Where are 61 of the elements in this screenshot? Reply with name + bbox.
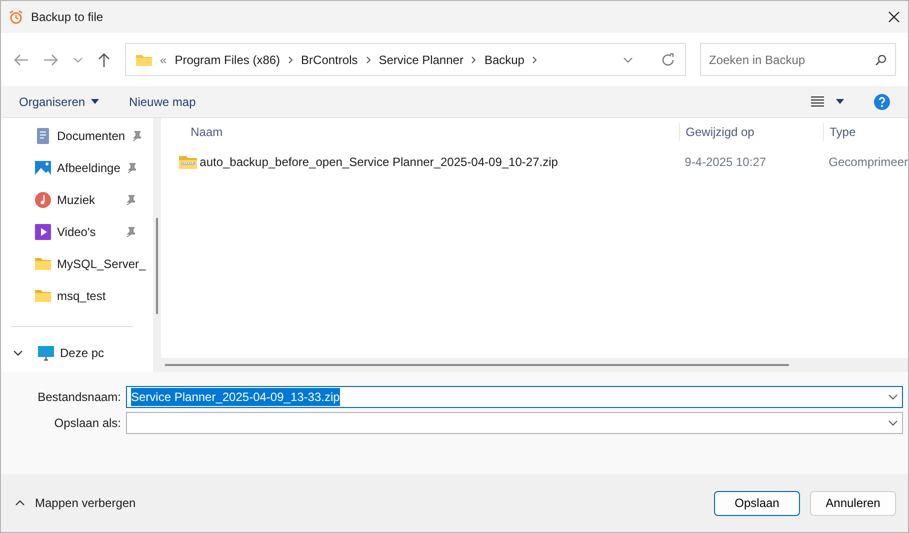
zip-folder-icon — [178, 155, 197, 169]
column-header[interactable]: Naam — [190, 125, 223, 139]
monitor-icon — [38, 345, 54, 361]
chevron-right-icon — [532, 56, 538, 64]
folder-icon — [136, 53, 152, 66]
breadcrumb-item[interactable]: Backup — [484, 50, 524, 68]
field-label: Bestandsnaam: — [36, 389, 122, 406]
file-type: Gecomprimeer — [828, 155, 908, 169]
chevron-right-icon — [366, 56, 371, 64]
dropdown-chevron-icon[interactable] — [623, 56, 633, 62]
video-icon — [35, 224, 51, 240]
sidebar-item[interactable]: Afbeeldinge — [57, 159, 120, 177]
overflow-chevron[interactable]: « — [160, 50, 167, 68]
alarm-clock-icon — [9, 10, 23, 24]
sidebar-item[interactable]: Video's — [57, 223, 119, 241]
search-icon[interactable] — [875, 54, 887, 66]
hide-folders-toggle[interactable]: Mappen verbergen — [35, 494, 136, 512]
address-bar[interactable]: « Program Files (x86) BrControls Service Planner Backup — [125, 43, 686, 76]
breadcrumb-item[interactable]: BrControls — [301, 50, 358, 68]
caret-icon — [91, 99, 100, 104]
new-folder-button[interactable]: Nieuwe map — [129, 92, 196, 110]
recent-chevron-icon[interactable] — [73, 56, 83, 62]
document-icon — [35, 128, 51, 144]
scrollbar-thumb[interactable] — [164, 364, 789, 366]
field-label: Opslaan als: — [53, 415, 122, 432]
filename-field[interactable]: Service Planner_2025-04-09_13-33.zip — [126, 386, 903, 408]
breadcrumb-item[interactable]: Program Files (x86) — [174, 50, 280, 68]
search-field[interactable]: Zoeken in Backup — [700, 43, 896, 76]
refresh-icon[interactable] — [661, 52, 675, 66]
back-arrow-icon[interactable] — [13, 52, 29, 66]
sidebar-item[interactable]: Documenten — [57, 127, 126, 145]
window-title: Backup to file — [31, 9, 104, 26]
column-header[interactable]: Gewijzigd op — [686, 125, 754, 139]
close-icon[interactable] — [888, 11, 900, 23]
sidebar-item[interactable]: msq_test — [57, 287, 135, 305]
breadcrumb-item[interactable]: Service Planner — [378, 50, 464, 68]
file-name[interactable]: auto_backup_before_open_Service Planner_2025-04-09_10-27.zip — [200, 153, 558, 171]
chevron-down-icon[interactable] — [13, 348, 23, 358]
caret-icon[interactable] — [836, 99, 844, 104]
scrollbar-thumb[interactable] — [156, 218, 158, 314]
music-note-icon — [35, 192, 51, 208]
file-date: 9-4-2025 10:27 — [684, 155, 766, 169]
chevron-right-icon — [288, 56, 294, 64]
chevron-right-icon — [471, 56, 476, 64]
organize-menu[interactable]: Organiseren — [19, 92, 86, 110]
save-button[interactable]: Opslaan — [714, 490, 800, 516]
list-view-icon[interactable] — [811, 96, 824, 107]
chevron-down-icon[interactable] — [888, 420, 898, 426]
column-header[interactable]: Type — [830, 125, 856, 139]
chevron-down-icon[interactable] — [888, 394, 898, 400]
up-arrow-icon[interactable] — [97, 52, 111, 68]
sidebar-item[interactable]: MySQL_Server_ — [57, 255, 146, 273]
sidebar-item[interactable]: Muziek — [57, 191, 119, 209]
chevron-up-icon[interactable] — [15, 500, 25, 506]
folder-icon — [35, 288, 51, 304]
folder-icon — [35, 256, 51, 272]
picture-icon — [35, 160, 51, 176]
sidebar-item[interactable]: Deze pc — [60, 344, 135, 362]
cancel-button[interactable]: Annuleren — [810, 490, 896, 516]
help-icon[interactable] — [874, 94, 890, 110]
forward-arrow-icon[interactable] — [43, 52, 59, 66]
